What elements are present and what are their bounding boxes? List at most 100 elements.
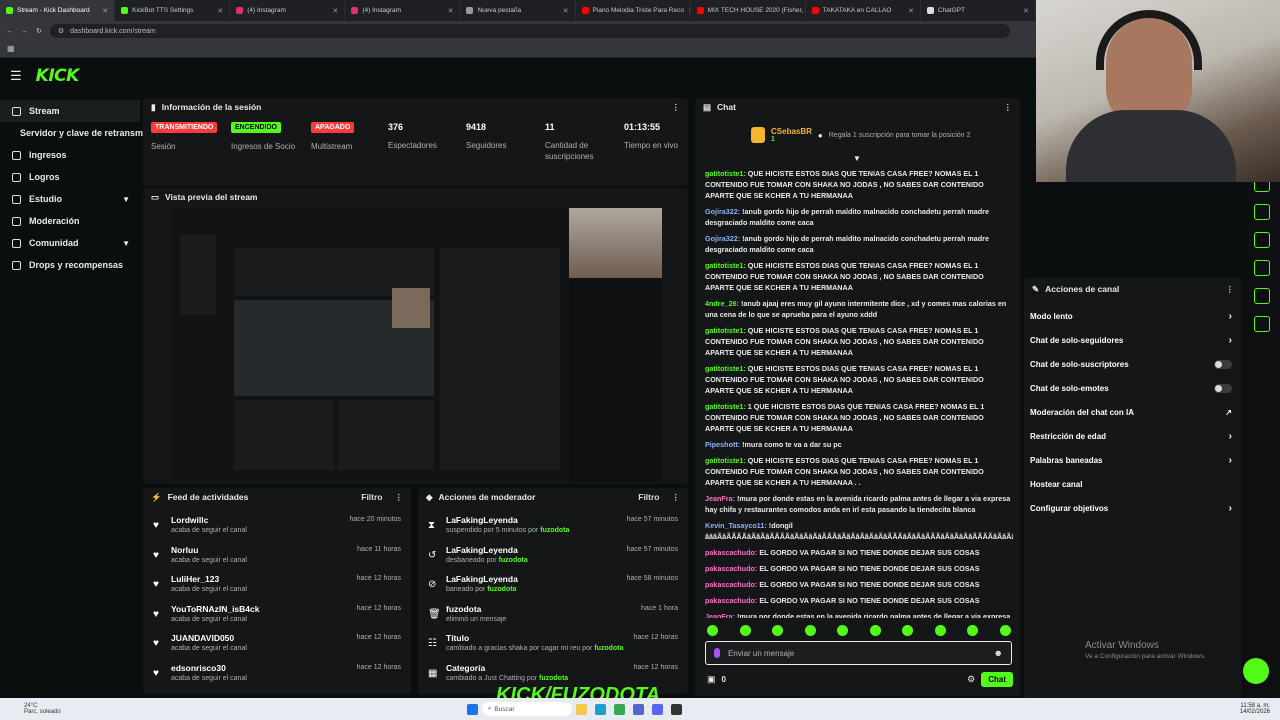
chat-username[interactable]: Pipeshott: — [705, 440, 740, 449]
chat-message[interactable]: pakascachudo: EL GORDO VA PAGAR SI NO TI… — [705, 563, 1013, 574]
channel-action-item[interactable]: Chat de solo-emotes — [1024, 376, 1242, 400]
close-icon[interactable]: ✕ — [908, 7, 914, 15]
activity-row[interactable]: ♥ edsonrisco30 acaba de seguir el canal hac… — [143, 660, 411, 689]
activity-row[interactable]: ♥ JUANDAVID050 acaba de seguir el canal hac… — [143, 630, 411, 659]
chat-message[interactable]: pakascachudo: EL GORDO VA PAGAR SI NO TI… — [705, 595, 1013, 606]
chat-message[interactable]: Kevin_Tasayco11: !dongil ââãÃâÃÃÃÃãÃãÃâÃ… — [705, 520, 1013, 542]
modaction-row[interactable]: ⊘ LaFakingLeyenda baneado por fuzodota hace… — [418, 571, 688, 600]
chat-username[interactable]: 4ndre_26: — [705, 299, 739, 308]
chat-message[interactable]: gatitotiste1: QUE HICISTE ESTOS DIAS QUE… — [705, 455, 1013, 488]
modactions-filter-button[interactable]: Filtro — [638, 492, 659, 503]
browser-tab[interactable]: TAKATAKA en CALLAO ✕ — [806, 0, 921, 21]
chat-username[interactable]: Gojira322: — [705, 207, 740, 216]
chat-message[interactable]: pakascachudo: EL GORDO VA PAGAR SI NO TI… — [705, 579, 1013, 590]
channel-action-item[interactable]: Restricción de edad › — [1024, 424, 1242, 448]
activity-row[interactable]: ♥ Lordwillc acaba de seguir el canal hace 2… — [143, 512, 411, 541]
activity-filter-button[interactable]: Filtro — [361, 492, 382, 503]
emote-icon[interactable] — [902, 625, 914, 636]
gift-box-icon[interactable]: ▣ — [707, 674, 716, 685]
apps-icon[interactable]: ▦ — [7, 44, 15, 53]
close-icon[interactable]: ✕ — [448, 7, 454, 15]
chat-username[interactable]: gatitotiste1: — [705, 402, 746, 411]
forward-icon[interactable]: → — [21, 28, 28, 35]
broadcast-icon[interactable] — [1254, 260, 1270, 276]
modaction-by[interactable]: fuzodota — [594, 645, 623, 652]
kick-logo[interactable]: KICK — [36, 66, 80, 86]
close-icon[interactable]: ✕ — [332, 7, 338, 15]
chat-message[interactable]: JeanFra: !mura por donde estas en la ave… — [705, 611, 1013, 618]
emote-icon[interactable] — [739, 625, 751, 636]
weather-widget[interactable]: 24°C Parc. soleado — [24, 703, 61, 715]
modaction-by[interactable]: fuzodota — [539, 675, 568, 682]
browser-tab[interactable]: ChatGPT ✕ — [921, 0, 1036, 21]
floating-chat-button[interactable] — [1243, 658, 1269, 684]
chat-username[interactable]: JeanFra: — [705, 612, 735, 618]
channel-action-item[interactable]: Moderación del chat con IA ↗ — [1024, 400, 1242, 424]
toggle-switch[interactable] — [1214, 359, 1232, 369]
obs-icon[interactable] — [670, 703, 682, 715]
chat-username[interactable]: pakascachudo: — [705, 548, 757, 557]
chat-username[interactable]: gatitotiste1: — [705, 456, 746, 465]
modaction-row[interactable]: ↺ LaFakingLeyenda desbaneado por fuzodota h… — [418, 542, 688, 571]
sidebar-item[interactable]: Stream — [0, 100, 140, 122]
chat-username[interactable]: Kevin_Tasayco11: — [705, 521, 767, 530]
activity-row[interactable]: ♥ LuliHer_123 acaba de seguir el canal hace… — [143, 571, 411, 600]
browser-tab[interactable]: Nueva pestaña ✕ — [460, 0, 576, 21]
modaction-row[interactable]: ⧗ LaFakingLeyenda suspendido por 5 minutos… — [418, 512, 688, 541]
channel-action-item[interactable]: Modo lento › — [1024, 304, 1242, 328]
chevron-down-icon[interactable]: ▼ — [122, 239, 130, 248]
modaction-by[interactable]: fuzodota — [499, 557, 528, 564]
kebab-menu-icon[interactable]: ⋮ — [1226, 284, 1235, 295]
chat-username[interactable]: gatitotiste1: — [705, 364, 746, 373]
activity-row[interactable]: ♥ Norluu acaba de seguir el canal hace 11 h… — [143, 542, 411, 571]
mic-icon[interactable] — [714, 648, 720, 658]
chat-message[interactable]: 4ndre_26: !anub ajaaj eres muy gil ayuno… — [705, 298, 1013, 320]
reload-icon[interactable]: ↻ — [36, 27, 42, 35]
kebab-menu-icon[interactable]: ⋮ — [1004, 102, 1013, 113]
emote-icon[interactable] — [772, 625, 784, 636]
emote-icon[interactable] — [967, 625, 979, 636]
browser-tab[interactable]: (4) Instagram ✕ — [230, 0, 346, 21]
chat-username[interactable]: pakascachudo: — [705, 564, 757, 573]
kebab-menu-icon[interactable]: ⋮ — [395, 492, 404, 503]
chevron-down-icon[interactable]: ▼ — [122, 195, 130, 204]
chat-message[interactable]: Gojira322: !anub gordo hijo de perrah ma… — [705, 233, 1013, 255]
layout-icon[interactable] — [1254, 288, 1270, 304]
back-icon[interactable]: ← — [6, 28, 13, 35]
channel-action-item[interactable]: Chat de solo-seguidores › — [1024, 328, 1242, 352]
site-info-icon[interactable]: ⚙ — [58, 27, 64, 35]
browser-tab[interactable]: Piano Melodia Triste Para Reco✕ — [576, 0, 691, 21]
browser-tab[interactable]: MIX TECH HOUSE 2020 (Fisher,✕ — [691, 0, 806, 21]
sidebar-item[interactable]: Comunidad ▼ — [0, 232, 140, 254]
chat-message[interactable]: pakascachudo: EL GORDO VA PAGAR SI NO TI… — [705, 547, 1013, 558]
sidebar-item[interactable]: Drops y recompensas — [0, 254, 140, 276]
chat-username[interactable]: pakascachudo: — [705, 580, 757, 589]
collapse-icon[interactable]: ▼ — [853, 154, 861, 163]
channel-action-item[interactable]: Chat de solo-suscriptores — [1024, 352, 1242, 376]
browser-tab[interactable]: KickBot TTS Settings ✕ — [115, 0, 231, 21]
pinned-gift-banner[interactable]: CSebasBR 1 ● Regala 1 suscripción para t… — [751, 124, 970, 146]
chat-message[interactable]: gatitotiste1: QUE HICISTE ESTOS DIAS QUE… — [705, 325, 1013, 358]
chat-message[interactable]: Gojira322: !anub gordo hijo de perrah ma… — [705, 206, 1013, 228]
stream-preview-video[interactable] — [172, 208, 662, 482]
emoji-icon[interactable]: ☻ — [994, 648, 1003, 658]
chat-username[interactable]: gatitotiste1: — [705, 326, 746, 335]
browser-tab[interactable]: Stream - Kick Dashboard ✕ — [0, 0, 116, 21]
chat-username[interactable]: pakascachudo: — [705, 596, 757, 605]
chat-message[interactable]: gatitotiste1: QUE HICISTE ESTOS DIAS QUE… — [705, 260, 1013, 293]
chat-message[interactable]: gatitotiste1: QUE HICISTE ESTOS DIAS QUE… — [705, 363, 1013, 396]
chat-send-button[interactable]: Chat — [981, 671, 1013, 687]
toggle-switch[interactable] — [1214, 383, 1232, 393]
close-icon[interactable]: ✕ — [563, 7, 569, 15]
browser-tab[interactable]: (4) Instagram ✕ — [345, 0, 461, 21]
emote-icon[interactable] — [999, 625, 1011, 636]
sidebar-item[interactable]: Ingresos — [0, 144, 140, 166]
chat-username[interactable]: gatitotiste1: — [705, 261, 746, 270]
close-icon[interactable]: ✕ — [217, 7, 223, 15]
modaction-row[interactable]: 🗑 fuzodota eliminó un mensaje hace 1 hora — [418, 601, 688, 630]
modaction-by[interactable]: fuzodota — [487, 586, 516, 593]
edge-icon[interactable] — [594, 703, 606, 715]
emote-icon[interactable] — [804, 625, 816, 636]
kebab-menu-icon[interactable]: ⋮ — [672, 102, 681, 113]
settings-icon[interactable]: ⚙ — [967, 674, 975, 685]
